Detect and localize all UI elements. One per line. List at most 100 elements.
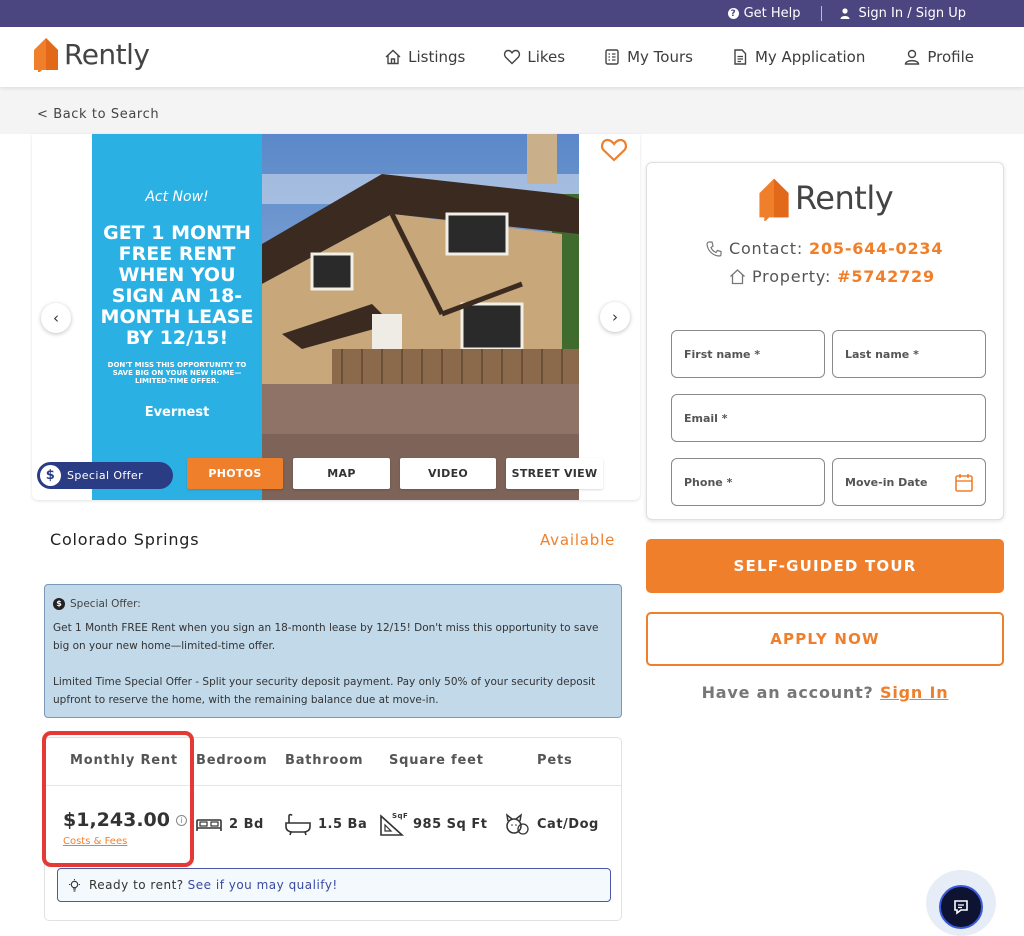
sign-in-sign-up-label: Sign In / Sign Up [858,6,966,21]
listing-photo[interactable]: Act Now! GET 1 MONTH FREE RENT WHEN YOU … [92,134,579,500]
chevron-right-icon: › [612,308,618,326]
rently-logo[interactable]: Rently [32,36,150,72]
calendar-icon[interactable] [955,473,973,492]
chat-bubble-icon [954,900,968,915]
promo-fine-print: DON'T MISS THIS OPPORTUNITY TO SAVE BIG … [107,361,247,385]
contact-label: Contact: [729,239,804,258]
user-icon [840,8,850,19]
offer-heading: Special Offer: [70,598,141,610]
bedroom-count: 2 Bd [229,816,264,832]
first-name-field[interactable] [671,330,825,378]
offer-header: $ Special Offer: [53,595,613,613]
dollar-icon: $ [40,465,61,486]
property-id: #5742729 [837,267,935,286]
cat-dog-icon [505,813,529,835]
last-name-field[interactable] [832,330,986,378]
stat-header-pets: Pets [537,753,573,768]
self-guided-tour-button[interactable]: SELF-GUIDED TOUR [646,539,1004,593]
help-icon: ? [727,8,739,19]
pets-value: Cat/Dog [502,811,599,837]
nav-likes[interactable]: Likes [503,48,565,66]
promo-act-now: Act Now! [145,189,209,205]
bathroom-count: 1.5 Ba [318,816,368,832]
lightbulb-icon [69,878,80,892]
square-feet-icon: SqFt [380,812,408,836]
phone-icon [706,240,722,257]
nav-profile-label: Profile [927,48,974,66]
apply-now-button[interactable]: APPLY NOW [646,612,1004,666]
heart-icon [504,49,521,65]
phone-input[interactable] [684,475,824,489]
property-label: Property: [752,267,832,286]
nav-listings[interactable]: Listings [384,48,465,66]
document-icon [734,49,747,65]
main-nav: Listings Likes My Tours My Application P… [384,27,974,87]
nav-profile[interactable]: Profile [903,48,974,66]
stat-header-bedroom: Bedroom [196,753,268,768]
email-field[interactable] [671,394,986,442]
logo-wordmark: Rently [64,37,150,71]
phone-field[interactable] [671,458,825,506]
listing-city: Colorado Springs [50,530,200,549]
sign-in-sign-up-link[interactable]: Sign In / Sign Up [840,6,966,21]
favorite-heart-icon[interactable] [600,137,628,163]
pets-allowed: Cat/Dog [537,816,599,832]
nav-my-application[interactable]: My Application [731,48,865,66]
tab-map[interactable]: MAP [293,458,390,489]
property-id-line: Property: #5742729 [729,267,935,286]
offer-paragraph-2: Limited Time Special Offer - Split your … [53,676,596,706]
listing-stats-card: Monthly Rent Bedroom Bathroom Square fee… [42,731,622,921]
dollar-icon: $ [53,598,65,610]
home-icon [385,49,401,65]
have-account-text: Have an account? [701,683,874,702]
ready-to-rent-banner: Ready to rent? See if you may qualify! [57,868,611,902]
tab-photos[interactable]: PHOTOS [187,458,283,489]
nav-my-tours-label: My Tours [627,48,693,66]
rently-logo-mark-icon [34,38,58,72]
offer-paragraph-1: Get 1 Month FREE Rent when you sign an 1… [53,622,599,652]
promo-brand: Evernest [144,405,210,420]
nav-my-tours[interactable]: My Tours [603,48,693,66]
chat-button[interactable] [939,885,983,929]
nav-listings-label: Listings [408,48,466,66]
gallery-next-button[interactable]: › [600,302,630,332]
topbar-divider [820,6,822,21]
move-in-date-field[interactable] [832,458,986,506]
tab-street-view[interactable]: STREET VIEW [506,458,603,489]
special-offer-label: Special Offer [67,469,144,482]
square-feet-amount: 985 Sq Ft [413,816,488,832]
profile-icon [905,49,920,65]
promo-banner: Act Now! GET 1 MONTH FREE RENT WHEN YOU … [92,134,262,500]
stat-header-bathroom: Bathroom [285,753,364,768]
top-utility-bar: ? Get Help Sign In / Sign Up [0,0,1024,27]
panel-logo-wordmark: Rently [795,179,894,217]
gallery-prev-button[interactable]: ‹ [41,303,71,333]
email-input[interactable] [684,411,985,425]
main-header: Rently Listings Likes My Tours My Applic… [0,27,1024,87]
checklist-icon [605,49,619,65]
special-offer-badge[interactable]: $ Special Offer [37,462,173,489]
back-to-search-link[interactable]: < Back to Search [37,107,159,122]
first-name-input[interactable] [684,347,824,361]
last-name-input[interactable] [845,347,985,361]
bedroom-value: 2 Bd [194,811,264,837]
bed-icon [196,819,222,831]
stat-header-square-feet: Square feet [389,753,484,768]
tab-video[interactable]: VIDEO [400,458,496,489]
qualify-link[interactable]: See if you may qualify! [188,878,338,892]
chevron-left-icon: ‹ [53,309,59,327]
bathtub-icon [285,813,311,836]
contact-phone-line: Contact: 205-644-0234 [705,239,943,258]
panel-rently-logo: Rently [757,175,894,221]
have-account-prompt: Have an account? Sign In [646,683,1004,702]
ready-to-rent-text: Ready to rent? [89,878,184,892]
square-feet-value: SqFt 985 Sq Ft [378,811,487,837]
sign-in-link[interactable]: Sign In [880,683,948,702]
bathroom-value: 1.5 Ba [283,811,367,837]
promo-headline: GET 1 MONTH FREE RENT WHEN YOU SIGN AN 1… [100,222,254,349]
get-help-link[interactable]: ? Get Help [727,6,801,21]
special-offer-box: $ Special Offer: Get 1 Month FREE Rent w… [44,584,622,718]
rent-highlight-box [42,731,194,867]
contact-phone-number[interactable]: 205-644-0234 [809,239,943,258]
contact-panel: Rently Contact: 205-644-0234 Property: #… [646,162,1004,520]
